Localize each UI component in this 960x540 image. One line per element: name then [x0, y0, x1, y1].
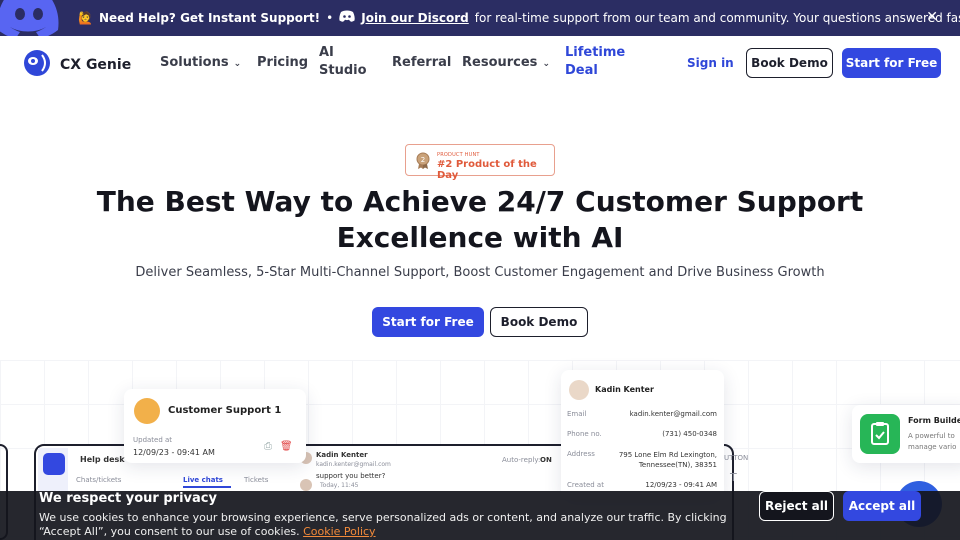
nav-solutions-label: Solutions: [160, 55, 229, 70]
contact-row-key: Created at: [567, 481, 604, 489]
app-tab-live-chats[interactable]: Live chats: [183, 476, 223, 484]
chevron-down-icon: ⌄: [233, 59, 242, 69]
nav-resources[interactable]: Resources ⌄: [462, 55, 550, 70]
app-tab-tickets[interactable]: Tickets: [244, 476, 268, 484]
separator: •: [326, 10, 334, 25]
nav-ai-studio[interactable]: AI Studio: [319, 44, 367, 80]
agent-avatar: [134, 398, 160, 424]
contact-row-address: Address 795 Lone Elm Rd Lexington, Tenne…: [567, 450, 717, 470]
close-icon[interactable]: ✕: [926, 9, 938, 25]
discord-link[interactable]: Join our Discord: [361, 11, 469, 25]
contact-row-key: Address: [567, 450, 595, 458]
cookie-text: We use cookies to enhance your browsing …: [39, 511, 727, 538]
print-icon[interactable]: ⎙: [264, 441, 272, 452]
cookie-banner: We respect your privacy We use cookies t…: [0, 491, 960, 540]
badge-title: #2 Product of the Day: [437, 159, 537, 181]
contact-avatar: [569, 380, 589, 400]
nav-pricing[interactable]: Pricing: [257, 55, 308, 70]
contact-row-value: (731) 450-0348: [662, 430, 717, 438]
app-chats-tickets: Chats/tickets: [76, 476, 122, 484]
contact-row-key: Phone no.: [567, 430, 602, 438]
customer-support-card: Customer Support 1 Updated at 12/09/23 -…: [124, 389, 306, 463]
nav-resources-label: Resources: [462, 55, 538, 70]
raised-hand-icon: 🙋: [78, 10, 93, 25]
badge-small-label: PRODUCT HUNT: [437, 152, 480, 158]
accept-all-button[interactable]: Accept all: [843, 491, 921, 521]
cs-card-updated-label: Updated at: [133, 436, 173, 444]
cs-card-date: 12/09/23 - 09:41 AM: [133, 448, 215, 457]
announcement-rest: for real-time support from our team and …: [474, 10, 960, 25]
cs-card-actions: ⎙ 🗑: [264, 441, 293, 452]
clipboard-icon: [860, 414, 900, 454]
nav-start-free-button[interactable]: Start for Free: [842, 48, 941, 78]
nav-book-demo-button[interactable]: Book Demo: [746, 48, 833, 78]
nav-solutions[interactable]: Solutions ⌄: [160, 55, 241, 70]
form-card-desc-line2: manage vario: [908, 443, 957, 451]
hero-subtitle: Deliver Seamless, 5-Star Multi-Channel S…: [135, 265, 825, 280]
nav-lifetime-line1: Lifetime: [565, 45, 626, 60]
main-nav: CX Genie Solutions ⌄ Pricing AI Studio Re…: [0, 36, 960, 92]
discord-logo-icon: [0, 0, 64, 36]
app-active-tab-indicator: [183, 486, 231, 488]
nav-lifetime-line2: Deal: [565, 63, 598, 78]
contact-row-created: Created at 12/09/23 - 09:41 AM: [567, 481, 717, 489]
app-help-desk: Help desk: [80, 455, 125, 464]
contact-row-email: Email kadin.kenter@gmail.com: [567, 410, 717, 418]
app-auto-reply-label: Auto-reply:: [502, 456, 541, 464]
medal-icon: 2: [415, 152, 431, 174]
contact-details-card: Kadin Kenter Email kadin.kenter@gmail.co…: [561, 370, 724, 500]
product-hunt-badge[interactable]: 2 PRODUCT HUNT #2 Product of the Day: [405, 144, 555, 181]
contact-row-key: Email: [567, 410, 587, 418]
nav-ai-studio-line2: Studio: [319, 63, 367, 78]
announcement-bar: 🙋 Need Help? Get Instant Support! • Join…: [0, 0, 960, 36]
form-card-desc: A powerful to manage vario: [908, 431, 956, 453]
app-message-time: Today, 11:45: [320, 482, 359, 489]
hero-title-line1: The Best Way to Achieve 24/7 Customer Su…: [96, 185, 864, 218]
contact-row-value: 795 Lone Elm Rd Lexington, Tennessee(TN)…: [618, 451, 717, 469]
contact-row-value: 12/09/23 - 09:41 AM: [645, 481, 717, 489]
announcement-message: 🙋 Need Help? Get Instant Support! • Join…: [78, 10, 960, 25]
hero-start-free-button[interactable]: Start for Free: [372, 307, 484, 337]
app-contact-name: Kadin Kenter: [316, 451, 368, 459]
sign-in-link[interactable]: Sign in: [687, 56, 734, 70]
hero-title-line2: Excellence with AI: [336, 221, 624, 254]
contact-card-name: Kadin Kenter: [595, 385, 654, 394]
reject-all-button[interactable]: Reject all: [759, 491, 834, 521]
app-contact-avatar: [300, 479, 312, 491]
contact-row-phone: Phone no. (731) 450-0348: [567, 430, 717, 438]
app-button-label: UTTON: [724, 454, 749, 462]
chevron-down-icon: ⌄: [542, 59, 550, 69]
app-logo-icon: [43, 453, 65, 475]
help-text: Need Help? Get Instant Support!: [98, 10, 321, 25]
brand-logo[interactable]: CX Genie: [22, 49, 131, 81]
cookie-title: We respect your privacy: [39, 491, 217, 506]
form-builder-card: Form Builde A powerful to manage vario: [852, 405, 960, 463]
app-contact-email: kadin.kenter@gmail.com: [316, 461, 391, 468]
cx-genie-logo-icon: [22, 49, 52, 81]
nav-ai-studio-line1: AI: [319, 45, 334, 60]
form-card-title: Form Builde: [908, 416, 960, 425]
app-auto-reply-state[interactable]: ON: [540, 456, 552, 464]
brand-name: CX Genie: [60, 57, 132, 73]
cs-card-name: Customer Support 1: [168, 405, 282, 416]
svg-text:2: 2: [421, 156, 425, 164]
nav-referral[interactable]: Referral: [392, 55, 451, 70]
app-message: support you better?: [316, 472, 386, 480]
hero-book-demo-button[interactable]: Book Demo: [490, 307, 588, 337]
text-tool-icon[interactable]: T: [730, 471, 737, 484]
trash-icon[interactable]: 🗑: [280, 441, 293, 452]
nav-lifetime-deal[interactable]: Lifetime Deal: [565, 44, 625, 80]
cookie-policy-link[interactable]: Cookie Policy: [303, 525, 375, 538]
contact-row-value: kadin.kenter@gmail.com: [629, 410, 717, 418]
discord-small-icon: [339, 10, 355, 25]
form-card-desc-line1: A powerful to: [908, 432, 955, 440]
hero-title: The Best Way to Achieve 24/7 Customer Su…: [80, 184, 880, 256]
cookie-text-block: We use cookies to enhance your browsing …: [39, 511, 749, 539]
